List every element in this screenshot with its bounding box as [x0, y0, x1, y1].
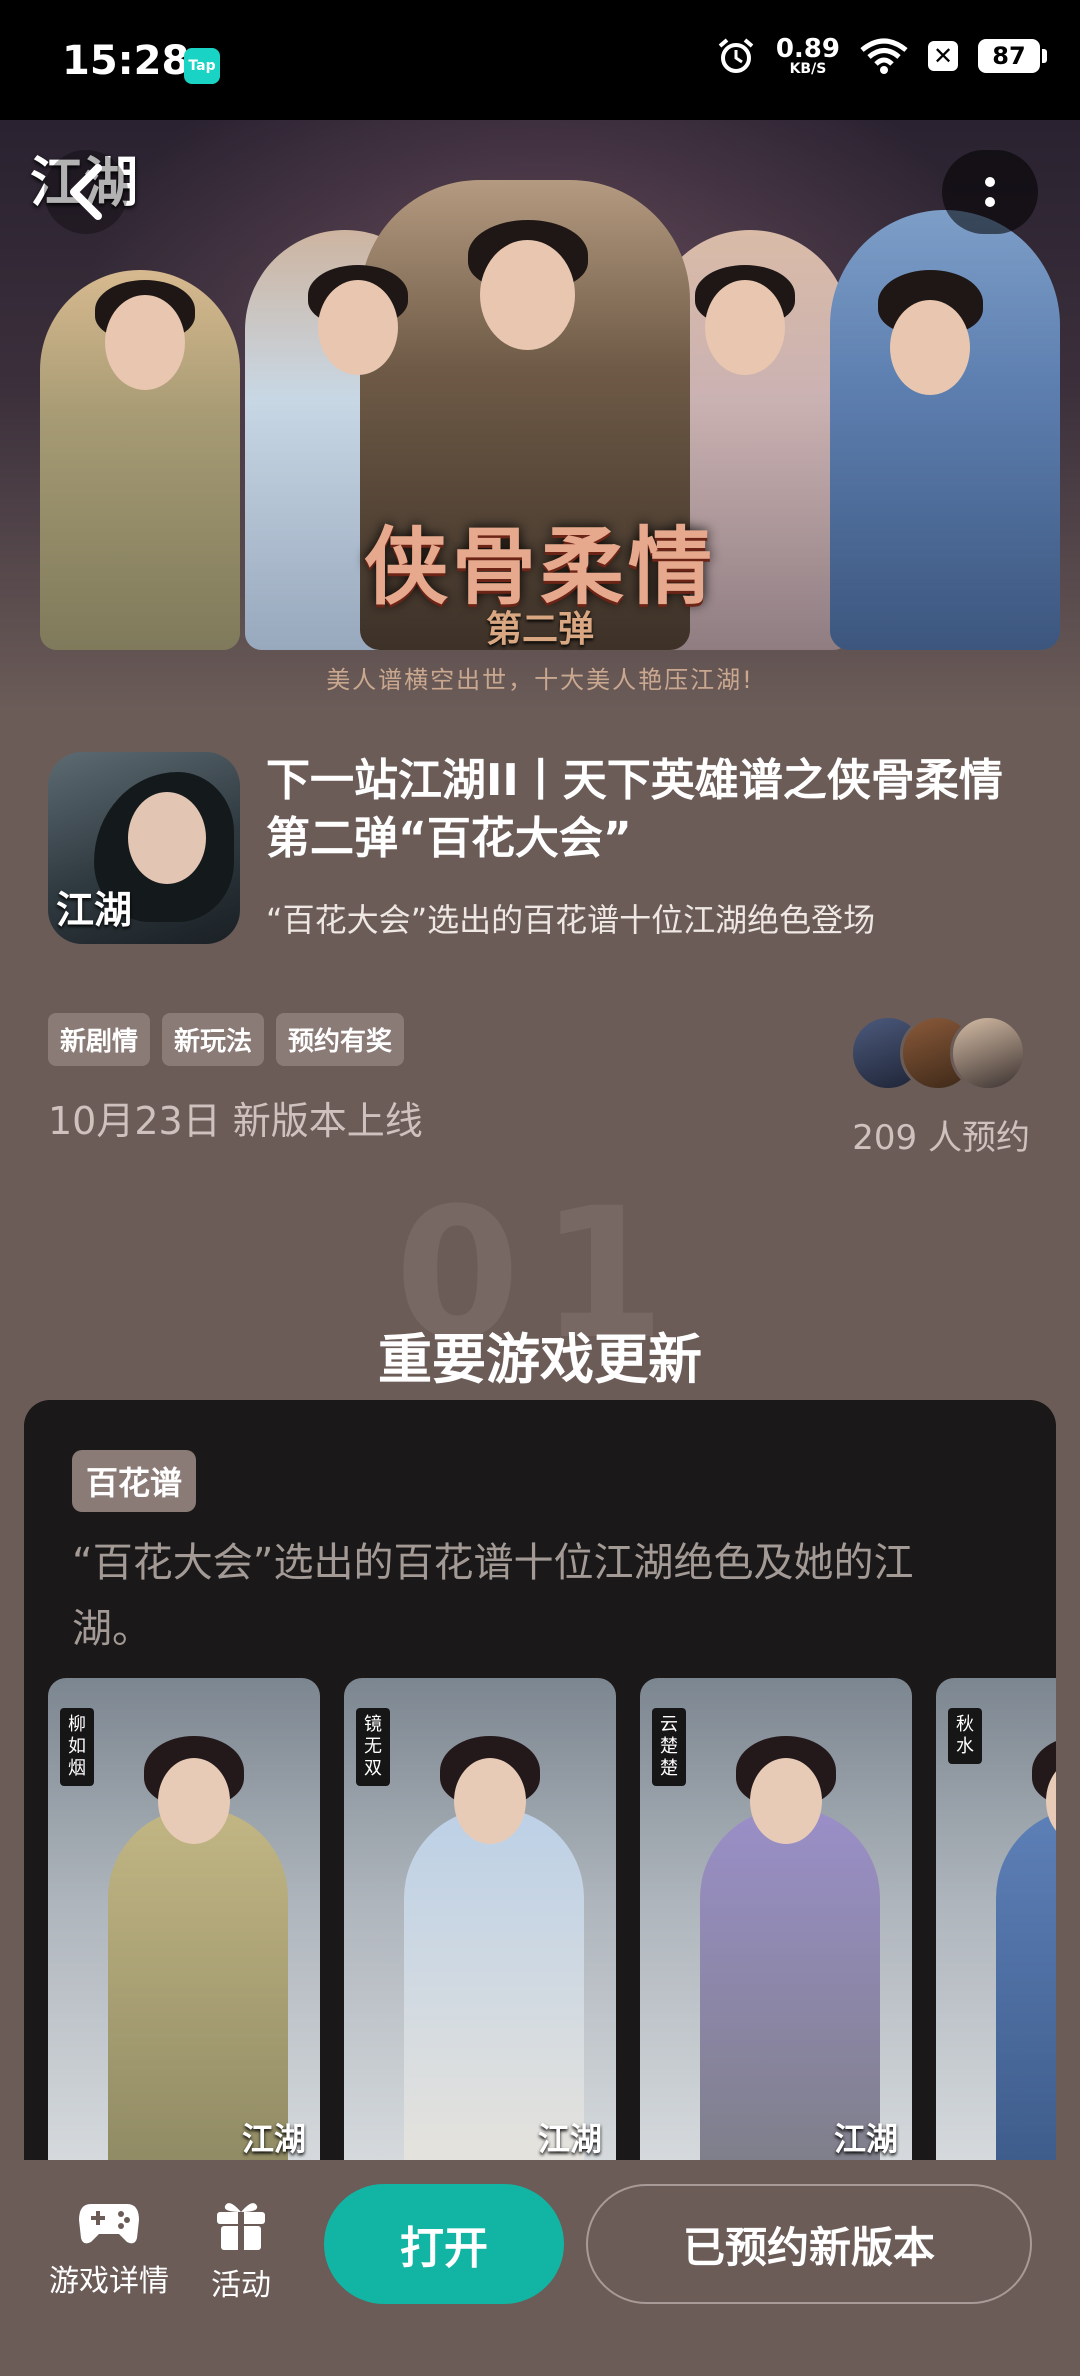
- gift-icon: [217, 2203, 265, 2250]
- character-name: 云楚楚: [652, 1708, 686, 1786]
- character-name: 秋水: [948, 1708, 982, 1764]
- character-figure: [996, 1808, 1056, 2178]
- character-thumbnail[interactable]: 秋水: [936, 1678, 1056, 2178]
- hero-banner: 江湖 侠骨柔情 第二弹 美人谱横空出世，十大美人艳压江湖!: [0, 120, 1080, 710]
- status-bar: 15:28 Tap 0.89 KB/S ✕ 87: [0, 0, 1080, 120]
- section-title: 重要游戏更新: [378, 1328, 702, 1391]
- app-icon[interactable]: 江湖: [48, 752, 240, 944]
- reservation-count: 209 人预约: [852, 1118, 1030, 1158]
- update-card: 百花谱 “百花大会”选出的百花谱十位江湖绝色及她的江湖。 柳如烟 江湖 镜无双 …: [24, 1400, 1056, 2200]
- tag-new-story: 新剧情: [48, 1013, 151, 1066]
- thumbnail-logo: 江湖: [833, 2120, 898, 2158]
- network-speed: 0.89 KB/S: [776, 36, 840, 76]
- banner-face-4: [705, 280, 785, 375]
- character-gallery[interactable]: 柳如烟 江湖 镜无双 江湖 云楚楚 江湖 秋水: [48, 1678, 1056, 2200]
- character-face: [454, 1758, 526, 1844]
- banner-subtitle: 第二弹: [485, 608, 594, 650]
- character-face: [750, 1758, 822, 1844]
- gamepad-icon: [79, 2204, 139, 2244]
- card-tag: 百花谱: [72, 1450, 197, 1512]
- network-speed-unit: KB/S: [789, 61, 827, 77]
- reserver-avatars: [850, 1015, 1026, 1091]
- banner-face-2: [318, 280, 398, 375]
- bottom-action-bar: 游戏详情 活动 打开 已预约新版本: [0, 2160, 1080, 2376]
- taptap-notification-icon: Tap: [184, 48, 220, 84]
- status-time: 15:28: [62, 38, 190, 84]
- more-options-button[interactable]: [942, 150, 1038, 234]
- wifi-icon: [860, 38, 908, 74]
- avatar: [950, 1015, 1026, 1091]
- character-name: 镜无双: [356, 1708, 390, 1786]
- alarm-icon: [718, 38, 754, 73]
- tag-reservation-reward: 预约有奖: [276, 1013, 405, 1066]
- card-description: “百花大会”选出的百花谱十位江湖绝色及她的江湖。: [72, 1540, 914, 1652]
- character-face: [158, 1758, 230, 1844]
- banner-face-3: [480, 240, 575, 350]
- back-arrow-icon: [70, 164, 102, 220]
- release-date: 10月23日 新版本上线: [48, 1099, 423, 1143]
- character-thumbnail[interactable]: 镜无双 江湖: [344, 1678, 616, 2178]
- banner-tagline: 美人谱横空出世，十大美人艳压江湖!: [326, 666, 754, 694]
- feature-tags: 新剧情 新玩法 预约有奖: [48, 1013, 405, 1066]
- event-title: 下一站江湖II丨天下英雄谱之侠骨柔情第二弹“百花大会”: [266, 755, 1003, 864]
- status-icons: 0.89 KB/S ✕ 87: [716, 36, 1047, 76]
- character-name: 柳如烟: [60, 1708, 94, 1786]
- reserved-new-version-button[interactable]: 已预约新版本: [586, 2184, 1032, 2304]
- activity-button[interactable]: 活动: [196, 2196, 286, 2304]
- app-icon-logo: 江湖: [56, 887, 133, 932]
- tag-new-gameplay: 新玩法: [162, 1013, 265, 1066]
- thumbnail-logo: 江湖: [241, 2120, 306, 2158]
- event-subtitle: “百花大会”选出的百花谱十位江湖绝色登场: [266, 901, 876, 939]
- more-vertical-icon: [985, 177, 995, 207]
- open-button[interactable]: 打开: [324, 2184, 564, 2304]
- character-thumbnail[interactable]: 云楚楚 江湖: [640, 1678, 912, 2178]
- app-icon-face: [128, 792, 206, 884]
- game-detail-button[interactable]: 游戏详情: [44, 2196, 174, 2300]
- network-speed-value: 0.89: [775, 34, 840, 64]
- battery-indicator: 87: [978, 39, 1047, 73]
- banner-face-1: [105, 295, 185, 390]
- banner-face-5: [890, 300, 970, 395]
- activity-label: 活动: [211, 2268, 271, 2303]
- back-button[interactable]: [44, 150, 128, 234]
- thumbnail-logo: 江湖: [537, 2120, 602, 2158]
- sim-disabled-icon: ✕: [928, 41, 958, 71]
- game-detail-label: 游戏详情: [49, 2264, 169, 2299]
- character-thumbnail[interactable]: 柳如烟 江湖: [48, 1678, 320, 2178]
